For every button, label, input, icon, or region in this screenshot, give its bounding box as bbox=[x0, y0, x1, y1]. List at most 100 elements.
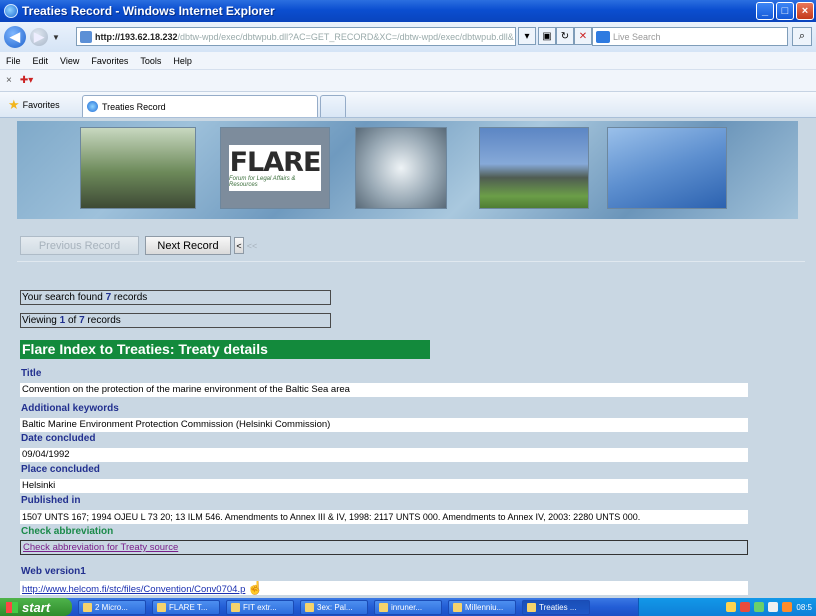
tray-icon[interactable] bbox=[754, 602, 765, 612]
new-tab-button[interactable] bbox=[320, 95, 346, 117]
start-button[interactable]: start bbox=[0, 598, 72, 616]
tray-icon[interactable] bbox=[768, 602, 779, 612]
taskbar-item[interactable]: inruner... bbox=[374, 599, 442, 615]
web-version-value: http://www.helcom.fi/stc/files/Conventio… bbox=[20, 581, 748, 595]
app-icon bbox=[305, 602, 314, 612]
ie-icon bbox=[527, 602, 536, 612]
keywords-label: Additional keywords bbox=[21, 403, 119, 414]
menu-file[interactable]: File bbox=[6, 56, 21, 66]
address-input[interactable]: http://193.62.18.232 /dbtw-wpd/exec/dbtw… bbox=[76, 27, 516, 46]
record-navigation: Previous Record Next Record < << bbox=[20, 236, 257, 255]
check-abbreviation-label: Check abbreviation bbox=[21, 526, 114, 537]
tab-label: Treaties Record bbox=[102, 101, 166, 112]
menu-edit[interactable]: Edit bbox=[33, 56, 49, 66]
taskbar-item[interactable]: Millenniu... bbox=[448, 599, 516, 615]
taskbar-item-label: 2 Micro... bbox=[95, 602, 128, 612]
first-record-button[interactable]: < bbox=[234, 237, 244, 254]
page-heading: Flare Index to Treaties: Treaty details bbox=[20, 340, 430, 359]
compatibility-icon[interactable]: ▣ bbox=[538, 27, 556, 45]
keywords-value: Baltic Marine Environment Protection Com… bbox=[20, 418, 748, 432]
address-dropdown-icon[interactable]: ▾ bbox=[518, 27, 536, 45]
menu-tools[interactable]: Tools bbox=[140, 56, 161, 66]
logo-text: FLARE bbox=[229, 146, 322, 178]
taskbar-item[interactable]: 2 Micro... bbox=[78, 599, 146, 615]
menu-view[interactable]: View bbox=[60, 56, 79, 66]
menu-favorites[interactable]: Favorites bbox=[91, 56, 128, 66]
taskbar-item-label: inruner... bbox=[391, 602, 423, 612]
taskbar-item-label: FIT extr... bbox=[243, 602, 277, 612]
window-title: Treaties Record - Windows Internet Explo… bbox=[22, 4, 275, 18]
tab-ie-icon bbox=[87, 101, 98, 112]
menu-help[interactable]: Help bbox=[173, 56, 192, 66]
found-prefix: Your search found bbox=[22, 292, 106, 303]
forward-button[interactable]: ▶ bbox=[30, 28, 48, 46]
clock: 08:5 bbox=[796, 602, 812, 612]
folder-icon bbox=[157, 602, 166, 612]
found-suffix: records bbox=[111, 292, 148, 303]
addon-icon[interactable]: ✚▾ bbox=[20, 75, 33, 86]
hand-cursor-icon: ☝ bbox=[247, 581, 264, 595]
first-record-dim-button[interactable]: << bbox=[247, 237, 258, 254]
taskbar-item[interactable]: FIT extr... bbox=[226, 599, 294, 615]
tab-treaties-record[interactable]: Treaties Record bbox=[82, 95, 318, 117]
header-banner: FLARE Forum for Legal Affairs & Resource… bbox=[17, 121, 798, 219]
next-record-button[interactable]: Next Record bbox=[145, 236, 231, 255]
previous-record-button[interactable]: Previous Record bbox=[20, 236, 139, 255]
ie-logo-icon bbox=[4, 4, 18, 18]
web-version-label: Web version1 bbox=[21, 566, 86, 577]
search-count-box: Your search found 7 records bbox=[20, 290, 331, 305]
taskbar-item[interactable]: FLARE T... bbox=[152, 599, 220, 615]
search-icon[interactable]: ⌕ bbox=[792, 27, 812, 46]
viewing-of: of bbox=[65, 315, 80, 326]
taskbar: start 2 Micro... FLARE T... FIT extr... … bbox=[0, 598, 816, 616]
word-icon bbox=[453, 602, 462, 612]
page-icon bbox=[80, 30, 92, 43]
back-button[interactable]: ◀ bbox=[4, 26, 26, 48]
divider bbox=[17, 261, 805, 262]
check-abbreviation-link[interactable]: Check abbreviation for Treaty source bbox=[23, 542, 178, 553]
app-icon bbox=[83, 602, 92, 612]
close-button[interactable]: × bbox=[796, 2, 814, 20]
taskbar-item-label: 3ex: Pal... bbox=[317, 602, 353, 612]
title-label: Title bbox=[21, 368, 42, 379]
taskbar-item-active[interactable]: Treaties ... bbox=[522, 599, 590, 615]
maximize-button[interactable]: □ bbox=[776, 2, 794, 20]
viewing-prefix: Viewing bbox=[22, 315, 60, 326]
date-label: Date concluded bbox=[21, 433, 96, 444]
menu-bar: File Edit View Favorites Tools Help bbox=[0, 52, 816, 70]
banner-logo-panel: FLARE Forum for Legal Affairs & Resource… bbox=[220, 127, 330, 209]
windows-flag-icon bbox=[6, 601, 18, 613]
tray-icon[interactable] bbox=[726, 602, 737, 612]
system-tray: 08:5 bbox=[638, 598, 816, 616]
viewing-box: Viewing 1 of 7 records bbox=[20, 313, 331, 328]
check-abbreviation-box: Check abbreviation for Treaty source bbox=[20, 540, 748, 555]
page-content: FLARE Forum for Legal Affairs & Resource… bbox=[0, 118, 816, 598]
stop-icon[interactable]: ✕ bbox=[574, 27, 592, 45]
place-label: Place concluded bbox=[21, 464, 100, 475]
favorites-bar: ★ Favorites Treaties Record bbox=[0, 92, 816, 118]
web-version-link[interactable]: http://www.helcom.fi/stc/files/Conventio… bbox=[22, 584, 245, 595]
addon-toolbar: × ✚▾ bbox=[0, 70, 816, 92]
favorites-label: Favorites bbox=[22, 99, 60, 110]
tray-icon[interactable] bbox=[782, 602, 793, 612]
logo-tagline: Forum for Legal Affairs & Resources bbox=[229, 175, 296, 188]
published-label: Published in bbox=[21, 495, 81, 506]
close-toolbar-icon[interactable]: × bbox=[6, 75, 12, 86]
place-value: Helsinki bbox=[20, 479, 748, 493]
favorites-button[interactable]: ★ Favorites bbox=[8, 97, 74, 113]
history-dropdown-icon[interactable]: ▼ bbox=[52, 33, 60, 42]
app-icon bbox=[231, 602, 240, 612]
favorites-star-icon: ★ bbox=[8, 96, 20, 112]
banner-photo-flag bbox=[607, 127, 727, 209]
refresh-icon[interactable]: ↻ bbox=[556, 27, 574, 45]
taskbar-item-label: FLARE T... bbox=[169, 602, 208, 612]
address-toolbar: ◀ ▶ ▼ http://193.62.18.232 /dbtw-wpd/exe… bbox=[0, 22, 816, 52]
tray-icon[interactable] bbox=[740, 602, 751, 612]
taskbar-item[interactable]: 3ex: Pal... bbox=[300, 599, 368, 615]
search-input[interactable]: Live Search bbox=[592, 27, 788, 46]
live-search-icon bbox=[596, 30, 610, 43]
viewing-suffix: records bbox=[84, 315, 121, 326]
minimize-button[interactable]: _ bbox=[756, 2, 774, 20]
url-path: /dbtw-wpd/exec/dbtwpub.dll?AC=GET_RECORD… bbox=[177, 31, 514, 42]
window-titlebar[interactable]: Treaties Record - Windows Internet Explo… bbox=[0, 0, 816, 22]
